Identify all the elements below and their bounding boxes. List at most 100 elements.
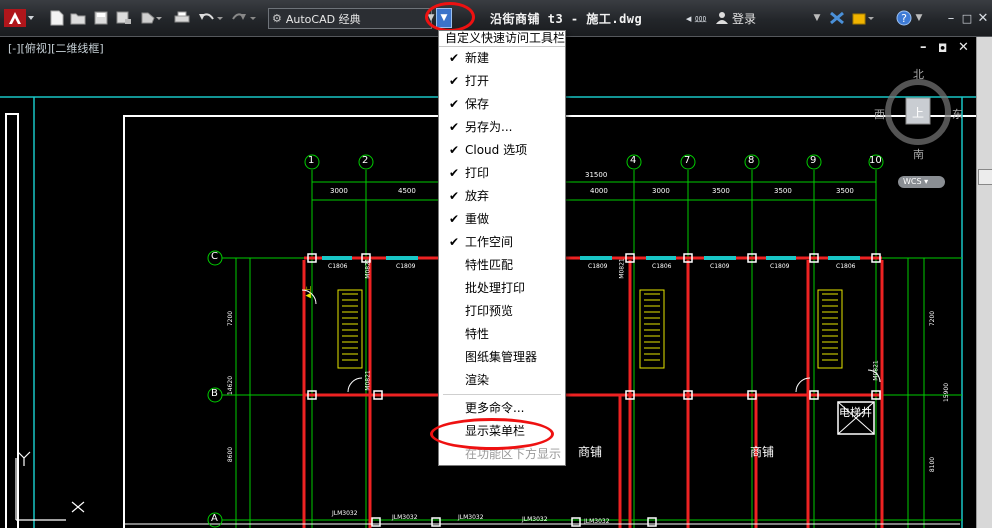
axis-bubble: 9: [806, 154, 822, 174]
open-folder-icon[interactable]: [70, 8, 86, 28]
window-tag: C1806: [836, 263, 856, 270]
window-tag: C1809: [396, 263, 416, 270]
menu-item-new[interactable]: ✔ 新建: [439, 47, 565, 70]
wcs-menu[interactable]: WCS ▾: [898, 176, 945, 188]
window-tag: C1809: [588, 263, 608, 270]
menu-item-sheet-set-manager[interactable]: 图纸集管理器: [439, 346, 565, 369]
menu-item-render[interactable]: 渲染: [439, 369, 565, 392]
help-icon[interactable]: ?: [896, 8, 912, 28]
check-icon: ✔: [448, 97, 460, 111]
viewport-close-icon[interactable]: ✕: [958, 40, 969, 55]
app-menu-button[interactable]: [4, 8, 34, 28]
menu-item-plot-preview[interactable]: 打印预览: [439, 300, 565, 323]
dim-label: 4500: [398, 187, 416, 195]
check-icon: ✔: [448, 189, 460, 203]
dim-label: 3000: [330, 187, 348, 195]
stair-label: ▲上: [304, 285, 313, 299]
save-as-icon[interactable]: [116, 8, 132, 28]
viewport-controls[interactable]: [-][俯视][二维线框]: [8, 40, 104, 56]
cloud-options-icon[interactable]: [140, 8, 162, 28]
axis-label: 9: [810, 155, 817, 166]
axis-bubble: 1: [304, 154, 320, 174]
window-tag: C1806: [328, 263, 348, 270]
new-file-icon[interactable]: [50, 8, 64, 28]
save-icon[interactable]: [94, 8, 108, 28]
undo-icon[interactable]: [198, 8, 224, 28]
bottom-tag: JLM3032: [522, 516, 548, 523]
menu-item-workspace[interactable]: ✔ 工作空间: [439, 231, 565, 254]
side-dim: 7200: [929, 310, 937, 327]
check-icon: ✔: [448, 74, 460, 88]
side-dim: 14620: [227, 375, 235, 396]
login-label[interactable]: 登录: [732, 10, 756, 27]
elevator-label: 电梯井: [839, 406, 872, 419]
app-store-icon[interactable]: [852, 8, 874, 28]
scrollbar-thumb[interactable]: [978, 169, 992, 185]
app-close-icon[interactable]: ✕: [976, 8, 990, 28]
axis-label: C: [211, 251, 218, 262]
dim-label: 3000: [652, 187, 670, 195]
axis-bubble: 8: [744, 154, 760, 174]
menu-item-cloud-options[interactable]: ✔ Cloud 选项: [439, 139, 565, 162]
check-icon: ✔: [448, 212, 460, 226]
user-icon: [714, 8, 730, 28]
menu-item-properties[interactable]: 特性: [439, 323, 565, 346]
svg-text:?: ?: [901, 12, 907, 25]
vertical-scrollbar[interactable]: [976, 37, 992, 528]
login-dropdown-icon[interactable]: ▼: [812, 8, 822, 28]
axis-label: 8: [748, 155, 755, 166]
window-tag: C1809: [770, 263, 790, 270]
axis-label: 2: [362, 155, 369, 166]
window-tag: C1806: [652, 263, 672, 270]
viewcube[interactable]: 北 南 东 西 上: [872, 62, 963, 162]
menu-item-save-as[interactable]: ✔ 另存为...: [439, 116, 565, 139]
check-icon: ✔: [448, 120, 460, 134]
bottom-tag: JLM3032: [584, 518, 610, 525]
check-icon: ✔: [448, 143, 460, 157]
app-restore-icon[interactable]: □: [960, 8, 974, 28]
highlight-ellipse-toolbar: [425, 2, 475, 32]
help-dropdown-icon[interactable]: ▼: [914, 8, 924, 28]
axis-label: A: [211, 513, 218, 524]
menu-item-match-properties[interactable]: 特性匹配: [439, 254, 565, 277]
compass-east[interactable]: 东: [952, 106, 963, 122]
axis-bubble: B: [207, 387, 223, 407]
window-tag: C1809: [710, 263, 730, 270]
door-tag: M0821: [364, 258, 372, 279]
menu-item-more-commands[interactable]: 更多命令...: [439, 397, 565, 420]
menu-item-redo[interactable]: ✔ 重做: [439, 208, 565, 231]
viewport-minimize-icon[interactable]: –: [920, 40, 927, 55]
viewcube-top-face[interactable]: 上: [912, 104, 924, 121]
menu-item-undo[interactable]: ✔ 放弃: [439, 185, 565, 208]
door-tag: M0821: [364, 370, 372, 391]
menu-item-save[interactable]: ✔ 保存: [439, 93, 565, 116]
side-dim: 15900: [943, 382, 951, 403]
search-binoculars-icon[interactable]: ◂ ⅏: [680, 8, 712, 28]
axis-label: 4: [630, 155, 637, 166]
menu-item-plot[interactable]: ✔ 打印: [439, 162, 565, 185]
dim-label: 4000: [590, 187, 608, 195]
customize-quick-access-menu: 自定义快速访问工具栏 ✔ 新建 ✔ 打开 ✔ 保存 ✔ 另存为... ✔ Cloud 选项…: [438, 30, 566, 466]
axis-bubble: 7: [680, 154, 696, 174]
dim-label: 3500: [774, 187, 792, 195]
total-dimension: 31500: [585, 171, 608, 179]
axis-bubble: 2: [358, 154, 374, 174]
workspace-dropdown[interactable]: ⚙ AutoCAD 经典: [268, 8, 432, 29]
menu-separator: [443, 394, 561, 395]
side-dim: 8600: [227, 446, 235, 463]
compass-south[interactable]: 南: [913, 146, 924, 162]
redo-icon[interactable]: [230, 8, 258, 28]
plot-icon[interactable]: [174, 8, 190, 28]
exchange-x-icon[interactable]: [828, 8, 846, 28]
axis-label: 7: [684, 155, 691, 166]
menu-item-open[interactable]: ✔ 打开: [439, 70, 565, 93]
app-minimize-icon[interactable]: –: [944, 8, 958, 28]
bottom-tag: JLM3032: [392, 514, 418, 521]
compass-north[interactable]: 北: [913, 66, 924, 82]
menu-item-batch-plot[interactable]: 批处理打印: [439, 277, 565, 300]
check-icon: ✔: [448, 51, 460, 65]
viewport-restore-icon[interactable]: ◘: [938, 42, 947, 55]
check-icon: ✔: [448, 235, 460, 249]
axis-label: B: [211, 388, 218, 399]
compass-west[interactable]: 西: [874, 106, 885, 122]
